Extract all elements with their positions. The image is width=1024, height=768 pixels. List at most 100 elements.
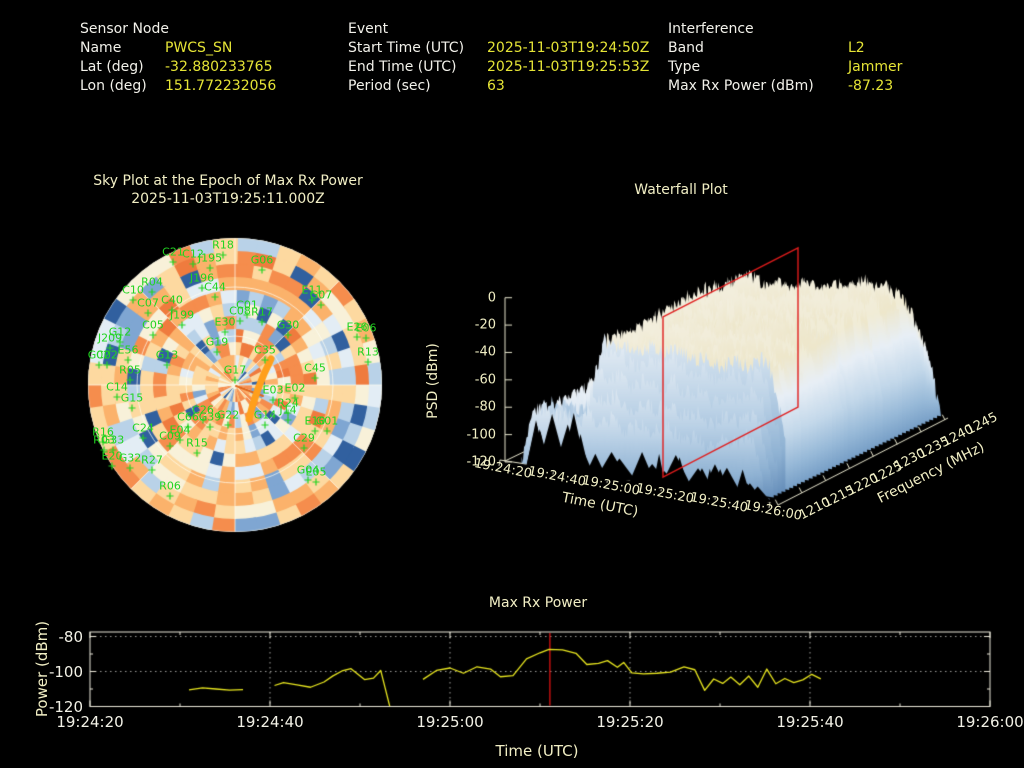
satellite-label: C26 <box>192 403 214 417</box>
event-title: Event <box>348 21 389 37</box>
max-rx-power-row: Max Rx Power (dBm) -87.23 <box>668 78 902 97</box>
sensor-node-title: Sensor Node <box>80 21 169 37</box>
time-tick-label: 19:24:20 <box>56 713 124 731</box>
interference-title: Interference <box>668 21 754 37</box>
power-tick-label: -80 <box>58 627 84 646</box>
satellite-label: J14 <box>279 403 297 417</box>
interference-band-row: Band L2 <box>668 40 902 59</box>
satellite-label: C40 <box>161 293 183 307</box>
sensor-node-group: Sensor Node Name PWCS_SN Lat (deg) -32.8… <box>80 21 276 97</box>
sensor-lon-row: Lon (deg) 151.772232056 <box>80 78 276 97</box>
time-tick-label: 19:25:00 <box>416 713 484 731</box>
sky-plot-title: Sky Plot at the Epoch of Max Rx Power 20… <box>93 172 362 208</box>
satellite-label: C45 <box>304 361 326 375</box>
satellite-label: J199 <box>169 308 195 322</box>
satellite-label: G14 <box>253 408 277 422</box>
satellite-label: G15 <box>120 391 144 405</box>
max-rx-power-value: -87.23 <box>848 78 894 94</box>
satellite-label: G01 <box>315 414 339 428</box>
satellite-label: J195 <box>197 251 223 265</box>
power-tick-label: -120 <box>48 697 83 716</box>
end-time-label: End Time (UTC) <box>348 59 457 75</box>
satellite-label: E05 <box>305 465 327 479</box>
interference-report-screen: Sensor Node Name PWCS_SN Lat (deg) -32.8… <box>0 0 1024 768</box>
band-label: Band <box>668 40 704 56</box>
waterfall-title: Waterfall Plot <box>634 182 728 198</box>
satellite-label: G22 <box>216 408 240 422</box>
satellite-label: R05 <box>119 363 141 377</box>
psd-tick-label: -20 <box>474 317 496 333</box>
satellite-label: E56 <box>117 343 139 357</box>
satellite-label: E06 <box>355 321 377 335</box>
satellite-label: G12 <box>108 325 132 339</box>
satellite-label: R06 <box>159 479 181 493</box>
start-time-value: 2025-11-03T19:24:50Z <box>487 40 650 56</box>
time-tick-label: 19:26:00 <box>956 713 1024 731</box>
satellite-label: E04 <box>169 423 191 437</box>
satellite-label: G13 <box>155 348 179 362</box>
max-rx-power-title: Max Rx Power <box>488 595 588 611</box>
sky-plot-title-line1: Sky Plot at the Epoch of Max Rx Power <box>93 173 363 189</box>
lon-value: 151.772232056 <box>165 78 277 94</box>
period-value: 63 <box>487 78 505 94</box>
psd-axis-label: PSD (dBm) <box>425 343 441 419</box>
satellite-label: R18 <box>212 238 234 252</box>
satellite-label: G06 <box>250 253 274 267</box>
type-value: Jammer <box>848 59 903 75</box>
satellite-label: G19 <box>205 335 229 349</box>
time-axis-label: Time (UTC) <box>495 742 579 760</box>
lat-value: -32.880233765 <box>165 59 273 75</box>
event-end-row: End Time (UTC) 2025-11-03T19:25:53Z <box>348 59 649 78</box>
satellite-label: C10 <box>122 283 144 297</box>
sensor-name-row: Name PWCS_SN <box>80 40 276 59</box>
satellite-label: C02 <box>96 348 118 362</box>
plots-canvas <box>0 0 1024 768</box>
name-label: Name <box>80 40 122 56</box>
satellite-label: G33 <box>101 433 125 447</box>
event-group: Event Start Time (UTC) 2025-11-03T19:24:… <box>348 21 649 97</box>
event-period-row: Period (sec) 63 <box>348 78 649 97</box>
sky-plot-title-line2: 2025-11-03T19:25:11.000Z <box>131 191 325 207</box>
type-label: Type <box>668 59 701 75</box>
interference-group: Interference Band L2 Type Jammer Max Rx … <box>668 21 902 97</box>
psd-tick-label: -100 <box>466 427 496 443</box>
interference-type-row: Type Jammer <box>668 59 902 78</box>
time-tick-label: 19:25:40 <box>776 713 844 731</box>
satellite-label: C07 <box>137 296 159 310</box>
psd-tick-label: -80 <box>474 399 496 415</box>
satellite-label: C24 <box>132 421 154 435</box>
satellite-label: E02 <box>284 381 306 395</box>
start-time-label: Start Time (UTC) <box>348 40 465 56</box>
period-label: Period (sec) <box>348 78 431 94</box>
psd-tick-label: -60 <box>474 372 496 388</box>
time-tick-label: 19:25:20 <box>596 713 664 731</box>
band-value: L2 <box>848 40 865 56</box>
psd-tick-label: 0 <box>487 290 496 306</box>
satellite-label: R17 <box>251 305 273 319</box>
satellite-label: R04 <box>141 275 163 289</box>
satellite-label: G17 <box>223 363 247 377</box>
lat-label: Lat (deg) <box>80 59 144 75</box>
max-rx-power-label: Max Rx Power (dBm) <box>668 78 814 94</box>
satellite-label: E03 <box>262 383 284 397</box>
satellite-label: G30 <box>276 318 300 332</box>
satellite-label: C21 <box>162 245 184 259</box>
name-value: PWCS_SN <box>165 40 233 56</box>
satellite-label: G32 <box>118 451 142 465</box>
power-tick-label: -100 <box>48 662 83 681</box>
satellite-label: C35 <box>254 343 276 357</box>
satellite-label: R13 <box>357 345 379 359</box>
end-time-value: 2025-11-03T19:25:53Z <box>487 59 650 75</box>
satellite-label: C44 <box>204 280 226 294</box>
satellite-label: E30 <box>214 315 236 329</box>
lon-label: Lon (deg) <box>80 78 147 94</box>
satellite-label: R15 <box>186 436 208 450</box>
time-tick-label: 19:24:40 <box>236 713 304 731</box>
satellite-label: R27 <box>141 453 163 467</box>
psd-tick-label: -40 <box>474 344 496 360</box>
satellite-label: C05 <box>142 318 164 332</box>
satellite-label: C29 <box>293 431 315 445</box>
satellite-label: G07 <box>309 288 333 302</box>
sensor-lat-row: Lat (deg) -32.880233765 <box>80 59 276 78</box>
event-start-row: Start Time (UTC) 2025-11-03T19:24:50Z <box>348 40 649 59</box>
